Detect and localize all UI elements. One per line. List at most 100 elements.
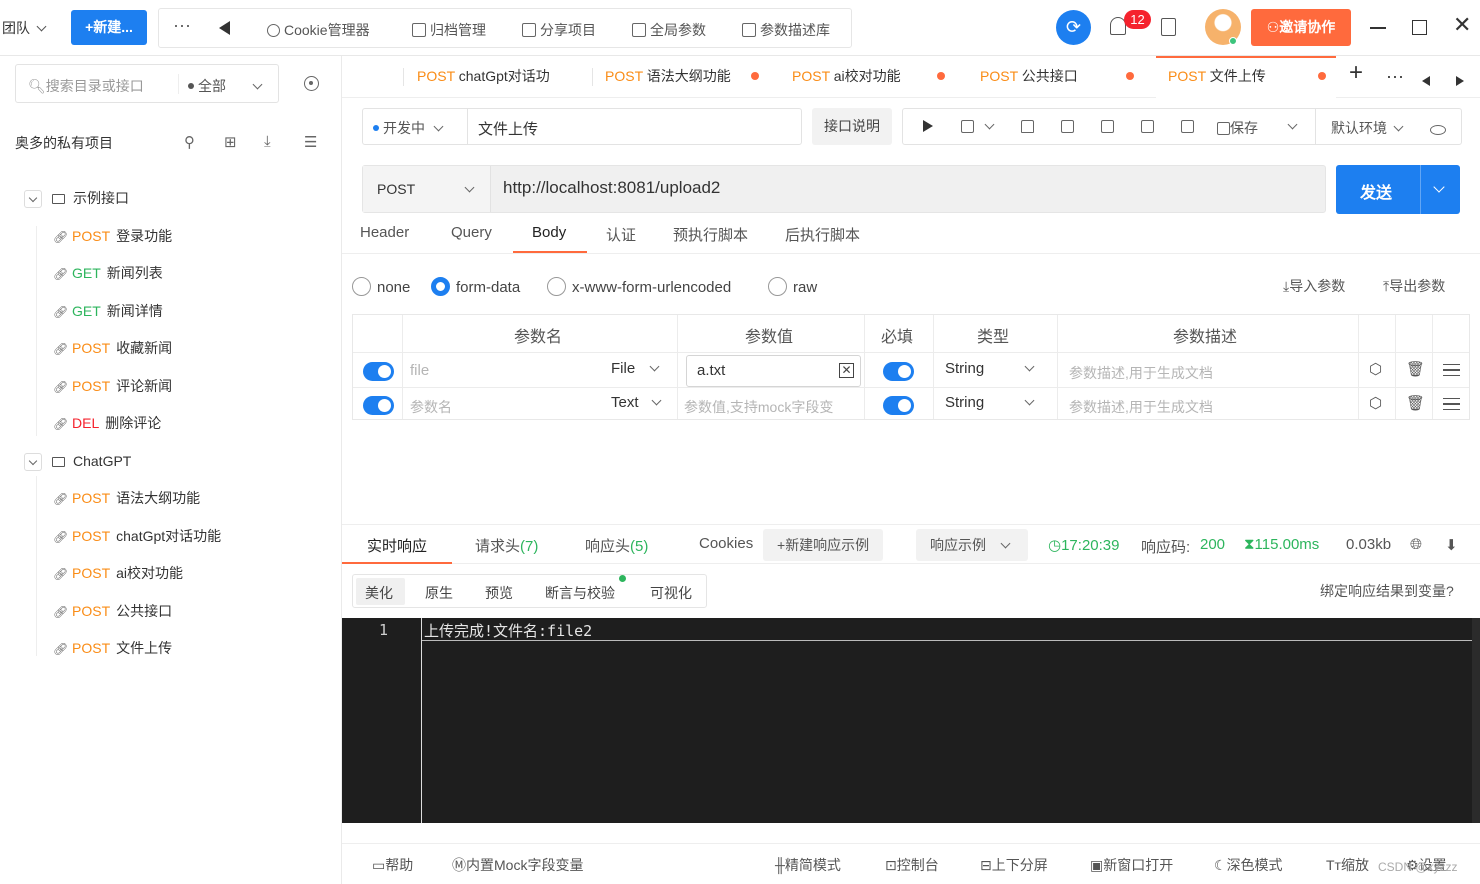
close-icon[interactable]: ✕: [1453, 14, 1471, 36]
tab-file-upload[interactable]: POST 文件上传: [1156, 56, 1336, 98]
view-assertions[interactable]: 断言与校验: [545, 583, 615, 603]
param-name-input[interactable]: file: [410, 362, 429, 379]
view-raw[interactable]: 原生: [425, 583, 453, 603]
param-desc-lib-button[interactable]: 参数描述库: [742, 20, 830, 40]
archive-button[interactable]: 归档管理: [412, 20, 486, 40]
api-item[interactable]: 🔗︎ DEL 删除评论: [53, 405, 383, 441]
cookie-manager-button[interactable]: Cookie管理器: [267, 20, 370, 40]
api-item[interactable]: 🔗︎ GET 新闻列表: [53, 255, 383, 291]
radio-urlencoded[interactable]: x-www-form-urlencoded: [547, 277, 731, 296]
chevron-down-icon[interactable]: [24, 190, 42, 209]
response-example-select[interactable]: 响应示例: [916, 529, 1028, 561]
api-doc-button[interactable]: 接口说明: [812, 108, 892, 145]
run-button[interactable]: [923, 118, 933, 134]
param-required-toggle[interactable]: [883, 396, 914, 415]
tab-auth[interactable]: 认证: [606, 224, 636, 245]
tab-public-api[interactable]: POST 公共接口: [980, 56, 1134, 98]
mock-variables-button[interactable]: Ⓜ内置Mock字段变量: [452, 855, 583, 875]
status-select[interactable]: 开发中: [373, 118, 444, 138]
lock-button[interactable]: [1021, 118, 1034, 134]
param-value-input[interactable]: a.txt ✕: [686, 355, 861, 387]
delete-icon[interactable]: 🗑︎: [1406, 394, 1425, 412]
param-kind-select[interactable]: Text: [611, 394, 661, 411]
tab-post-script[interactable]: 后执行脚本: [785, 224, 860, 245]
doc-view-button[interactable]: [961, 118, 995, 134]
tab-next-icon[interactable]: [1456, 69, 1464, 91]
save-options-button[interactable]: [1287, 118, 1298, 134]
sync-button[interactable]: ⟳: [1056, 10, 1091, 45]
drag-handle-icon[interactable]: [1443, 398, 1460, 410]
api-item[interactable]: 🔗︎ POST ai校对功能: [53, 555, 383, 591]
api-item[interactable]: 🔗︎ POST 收藏新闻: [53, 330, 383, 366]
back-button[interactable]: [219, 21, 230, 38]
tab-query[interactable]: Query: [451, 224, 492, 241]
tab-body[interactable]: Body: [532, 224, 566, 241]
copy-button[interactable]: [1061, 118, 1074, 134]
invite-button[interactable]: ⚇邀请协作: [1251, 9, 1351, 46]
minimize-icon[interactable]: [1370, 27, 1386, 29]
download-icon[interactable]: ⤓: [264, 133, 271, 150]
add-api-icon[interactable]: ⚲: [184, 133, 195, 151]
console-button[interactable]: ⊡控制台: [885, 855, 939, 875]
param-enabled-toggle[interactable]: [363, 362, 394, 381]
param-enabled-toggle[interactable]: [363, 396, 394, 415]
send-button[interactable]: 发送: [1336, 165, 1460, 214]
folder-chatgpt[interactable]: ChatGPT: [24, 443, 354, 479]
api-item[interactable]: 🔗︎ POST 评论新闻: [53, 368, 383, 404]
share-button[interactable]: [1141, 118, 1154, 134]
editor-scrollbar[interactable]: [1472, 618, 1480, 823]
tab-prev-icon[interactable]: [1422, 69, 1430, 91]
view-visualize[interactable]: 可视化: [650, 583, 692, 603]
tab-request-headers[interactable]: 请求头(7): [475, 535, 538, 556]
api-item[interactable]: 🔗︎ POST chatGpt对话功能: [53, 518, 383, 554]
new-window-button[interactable]: ▣新窗口打开: [1090, 855, 1173, 875]
zoom-button[interactable]: Tт缩放: [1326, 855, 1369, 875]
globe-icon[interactable]: 🌐︎: [1410, 536, 1422, 553]
param-desc-input[interactable]: 参数描述,用于生成文档: [1069, 397, 1213, 417]
api-name-input[interactable]: 文件上传: [478, 118, 538, 139]
param-value-input[interactable]: 参数值,支持mock字段变: [684, 397, 833, 417]
response-body-editor[interactable]: 1 上传完成!文件名:file2: [342, 618, 1480, 823]
more-tabs-icon[interactable]: ···: [1386, 65, 1404, 87]
tab-chatgpt[interactable]: POST chatGpt对话功: [417, 56, 550, 98]
radio-none[interactable]: none: [352, 277, 410, 296]
api-item[interactable]: 🔗︎ POST 登录功能: [53, 218, 383, 254]
notes-icon[interactable]: [1161, 18, 1176, 36]
split-screen-button[interactable]: ⊟上下分屏: [980, 855, 1048, 875]
cube-icon[interactable]: ⬡: [1369, 394, 1382, 412]
param-kind-select[interactable]: File: [611, 360, 660, 377]
param-desc-input[interactable]: 参数描述,用于生成文档: [1069, 363, 1213, 383]
more-button[interactable]: ···: [173, 15, 191, 36]
param-required-toggle[interactable]: [883, 362, 914, 381]
param-type-select[interactable]: String: [945, 394, 1035, 411]
api-item[interactable]: 🔗︎ POST 公共接口: [53, 593, 383, 629]
method-select[interactable]: POST: [363, 166, 491, 212]
delete-icon[interactable]: 🗑︎: [1406, 360, 1425, 378]
tab-realtime-response[interactable]: 实时响应: [367, 535, 427, 556]
add-folder-icon[interactable]: ⊞: [224, 133, 237, 151]
add-tab-icon[interactable]: +: [1349, 61, 1363, 85]
import-button[interactable]: [1181, 118, 1194, 134]
cube-icon[interactable]: ⬡: [1369, 360, 1382, 378]
env-view-button[interactable]: [1430, 122, 1446, 138]
radio-form-data[interactable]: form-data: [431, 277, 520, 296]
download-circle-icon[interactable]: ⬇: [1445, 536, 1458, 554]
help-button[interactable]: ▭帮助: [372, 855, 413, 875]
bind-response-variable-link[interactable]: 绑定响应结果到变量?: [1320, 581, 1454, 601]
clear-file-icon[interactable]: ✕: [839, 363, 854, 378]
team-selector[interactable]: 团队: [2, 18, 47, 38]
compact-mode-button[interactable]: ╫精简模式: [775, 855, 841, 875]
drag-handle-icon[interactable]: [1443, 364, 1460, 376]
search-box[interactable]: 🔍︎搜索目录或接口 全部: [15, 64, 279, 103]
new-button[interactable]: +新建...: [71, 10, 147, 45]
view-beautify[interactable]: 美化: [365, 583, 393, 603]
api-item[interactable]: 🔗︎ POST 语法大纲功能: [53, 480, 383, 516]
global-params-button[interactable]: 全局参数: [632, 20, 706, 40]
locate-icon[interactable]: [304, 76, 319, 91]
share-project-button[interactable]: 分享项目: [522, 20, 596, 40]
import-params-button[interactable]: ⤓导入参数: [1283, 276, 1345, 296]
tab-pre-script[interactable]: 预执行脚本: [673, 224, 748, 245]
url-input[interactable]: http://localhost:8081/upload2: [503, 178, 720, 198]
tab-cookies[interactable]: Cookies: [699, 535, 753, 552]
search-input[interactable]: 🔍︎搜索目录或接口: [28, 76, 144, 96]
